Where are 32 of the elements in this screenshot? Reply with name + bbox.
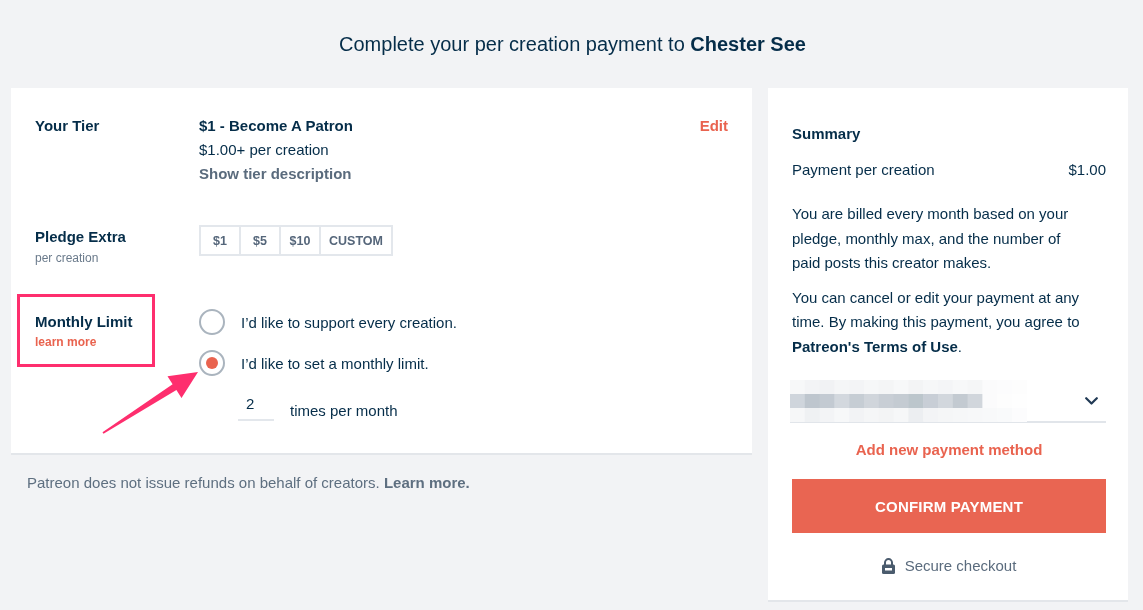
monthly-limit-label: Monthly Limit	[35, 312, 133, 332]
refund-note: Patreon does not issue refunds on behalf of creators. Learn more.	[27, 473, 470, 493]
payment-method-select[interactable]	[790, 381, 1106, 423]
secure-checkout-note: Secure checkout	[904, 557, 1017, 574]
option-label[interactable]: I’d like to set a monthly limit.	[241, 354, 429, 372]
limit-unit: times per month	[290, 401, 398, 421]
tier-label: Your Tier	[35, 116, 101, 136]
limit-input[interactable]: 2	[238, 393, 274, 421]
add-payment-method-link[interactable]: Add new payment method	[855, 441, 1043, 459]
page-title: Complete your per creation payment to Chester See	[339, 32, 806, 57]
summary-value: $1.00	[1068, 160, 1106, 180]
learn-more-link[interactable]: learn more	[35, 334, 97, 350]
pledge-extra-label: Pledge Extra	[35, 227, 126, 247]
summary-title: Summary	[792, 124, 862, 144]
amount-option[interactable]: $10	[279, 225, 319, 256]
billing-note: You are billed every month based on your pledge, monthly max, and the number of paid posts this creator makes.	[792, 204, 1070, 273]
option-label[interactable]: I’d like to support every creation.	[241, 313, 457, 331]
edit-link[interactable]: Edit	[699, 114, 728, 138]
tier-price: $1.00+ per creation	[199, 140, 329, 160]
tier-name: $1 - Become A Patron	[199, 116, 353, 136]
summary-label: Payment per creation	[792, 160, 935, 180]
radio-button[interactable]	[199, 350, 225, 376]
lock-icon	[881, 557, 895, 574]
amount-option[interactable]: CUSTOM	[319, 225, 393, 256]
terms-note: You can cancel or edit your payment at any time. By making this payment, you agree to Patreon's Terms of Use.	[792, 287, 1081, 357]
amount-option[interactable]: $1	[199, 225, 239, 256]
tier-description-link[interactable]: Show tier description	[199, 162, 352, 186]
confirm-payment-button[interactable]: CONFIRM PAYMENT	[792, 479, 1106, 533]
radio-button[interactable]	[199, 309, 225, 335]
pledge-extra-sublabel: per creation	[35, 250, 99, 267]
chevron-down-icon	[1085, 397, 1098, 405]
amount-option[interactable]: $5	[239, 225, 279, 256]
